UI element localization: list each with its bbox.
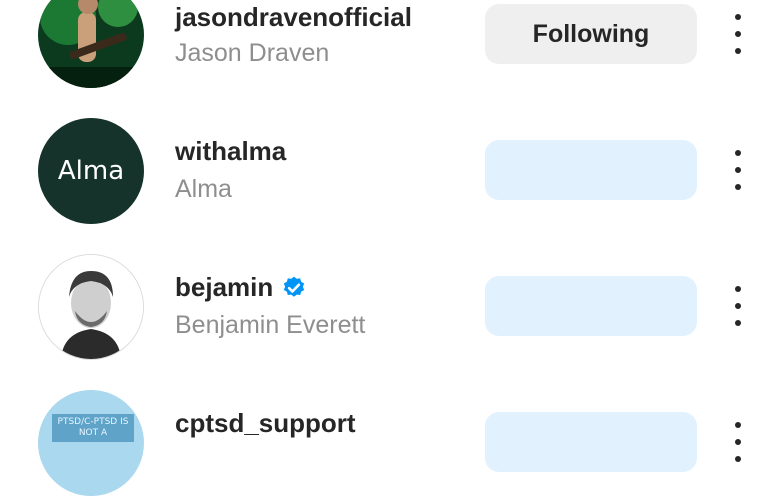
avatar[interactable]: Alma [38, 118, 144, 224]
username[interactable]: bejamin [175, 272, 307, 303]
concert-photo-icon [38, 0, 144, 88]
username-text[interactable]: cptsd_support [175, 408, 356, 439]
more-options-icon[interactable] [728, 422, 748, 462]
username[interactable]: cptsd_support [175, 408, 356, 439]
follow-button[interactable] [485, 140, 697, 200]
full-name: Jason Draven [175, 39, 330, 67]
avatar[interactable]: PTSD/C-PTSD IS NOT A [38, 390, 144, 496]
following-button[interactable]: Following [485, 4, 697, 64]
username[interactable]: withalma [175, 136, 286, 167]
more-options-icon[interactable] [728, 150, 748, 190]
username-text[interactable]: bejamin [175, 272, 273, 303]
avatar[interactable] [38, 0, 144, 88]
portrait-icon [39, 255, 143, 359]
list-item[interactable]: Alma withalma Alma [0, 112, 780, 232]
more-options-icon[interactable] [728, 286, 748, 326]
follow-button[interactable] [485, 412, 697, 472]
avatar-logo-text: Alma [57, 156, 125, 186]
username[interactable]: jasondravenofficial [175, 2, 412, 33]
full-name: Benjamin Everett [175, 311, 366, 339]
verified-badge-icon [284, 276, 305, 297]
avatar-sign-text: PTSD/C-PTSD IS NOT A [52, 414, 134, 442]
list-item[interactable]: jasondravenofficial Jason Draven Followi… [0, 0, 780, 96]
username-text[interactable]: withalma [175, 136, 286, 167]
full-name: Alma [175, 175, 232, 203]
list-item[interactable]: PTSD/C-PTSD IS NOT A cptsd_support [0, 384, 780, 504]
list-item[interactable]: bejamin Benjamin Everett [0, 248, 780, 368]
follow-button[interactable] [485, 276, 697, 336]
username-text[interactable]: jasondravenofficial [175, 2, 412, 33]
avatar[interactable] [38, 254, 144, 360]
more-options-icon[interactable] [728, 14, 748, 54]
